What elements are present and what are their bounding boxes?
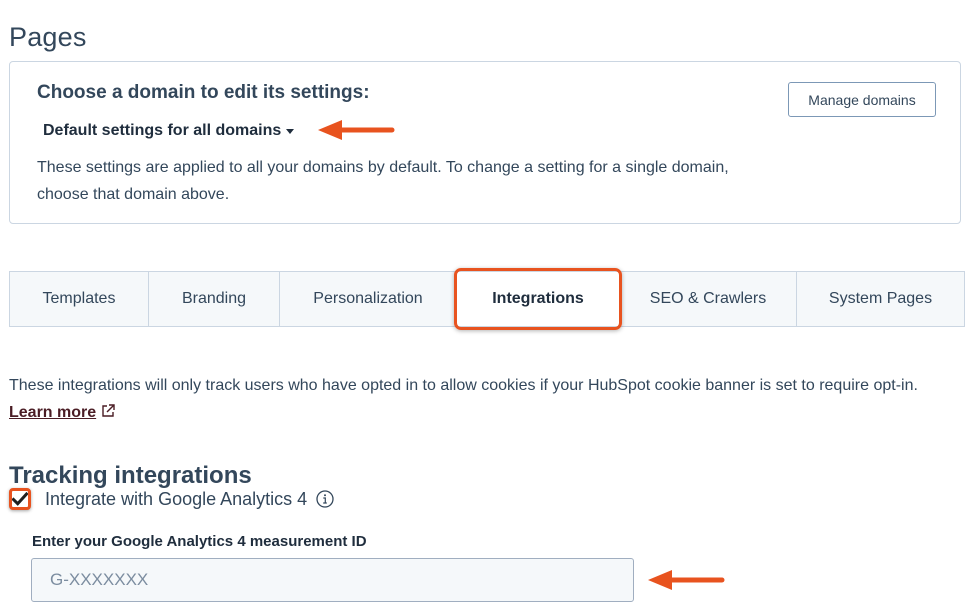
- info-icon[interactable]: [316, 490, 334, 508]
- tab-integrations[interactable]: Integrations: [454, 268, 622, 330]
- external-link-icon[interactable]: [101, 400, 115, 427]
- tab-seo-crawlers[interactable]: SEO & Crawlers: [620, 272, 797, 326]
- ga4-field-label: Enter your Google Analytics 4 measuremen…: [32, 533, 367, 550]
- tab-label: Integrations: [492, 290, 584, 307]
- manage-domains-button[interactable]: Manage domains: [788, 82, 936, 117]
- card-heading: Choose a domain to edit its settings:: [37, 82, 370, 103]
- learn-more-link[interactable]: Learn more: [9, 404, 96, 421]
- tab-label: Templates: [42, 290, 116, 307]
- settings-tabs: Templates Branding Personalization Integ…: [9, 268, 965, 330]
- tab-branding[interactable]: Branding: [149, 272, 280, 326]
- tab-label: SEO & Crawlers: [649, 290, 767, 307]
- ga4-measurement-id-input[interactable]: [31, 558, 634, 602]
- intro-text: These integrations will only track users…: [9, 377, 918, 394]
- domain-selector-dropdown[interactable]: Default settings for all domains: [43, 122, 295, 140]
- tab-label: Branding: [181, 290, 247, 307]
- annotation-arrow-domain: [318, 120, 395, 140]
- ga4-checkbox-row: Integrate with Google Analytics 4: [9, 488, 334, 510]
- tab-personalization[interactable]: Personalization: [280, 272, 457, 326]
- domain-selector-label: Default settings for all domains: [43, 122, 282, 139]
- caret-down-icon: [286, 129, 295, 134]
- tab-templates[interactable]: Templates: [10, 272, 149, 326]
- section-title-tracking: Tracking integrations: [9, 461, 252, 489]
- checkmark-icon: [12, 492, 28, 506]
- ga4-checkbox-label: Integrate with Google Analytics 4: [45, 488, 308, 509]
- tab-system-pages[interactable]: System Pages: [797, 272, 964, 326]
- integrations-intro: These integrations will only track users…: [9, 372, 969, 427]
- annotation-arrow-input: [648, 570, 725, 590]
- page-title: Pages: [9, 22, 87, 53]
- tab-label: Personalization: [313, 290, 423, 307]
- domain-settings-card: Choose a domain to edit its settings: De…: [9, 61, 961, 224]
- tab-label: System Pages: [828, 290, 933, 307]
- ga4-checkbox[interactable]: [9, 488, 31, 510]
- card-description: These settings are applied to all your d…: [37, 159, 729, 203]
